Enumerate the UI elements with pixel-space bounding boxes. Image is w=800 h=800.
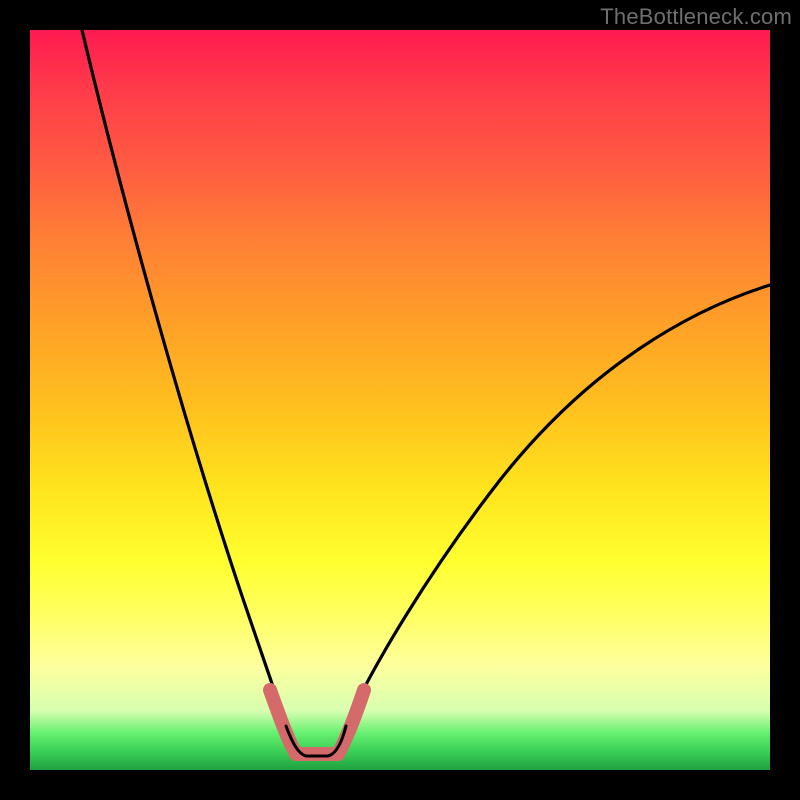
optimal-band-right (338, 690, 364, 754)
curve-layer (30, 30, 770, 770)
curve-left-branch (82, 30, 286, 726)
optimal-band-left (270, 690, 296, 754)
curve-right-branch (346, 285, 770, 726)
watermark-text: TheBottleneck.com (600, 4, 792, 30)
chart-frame: TheBottleneck.com (0, 0, 800, 800)
